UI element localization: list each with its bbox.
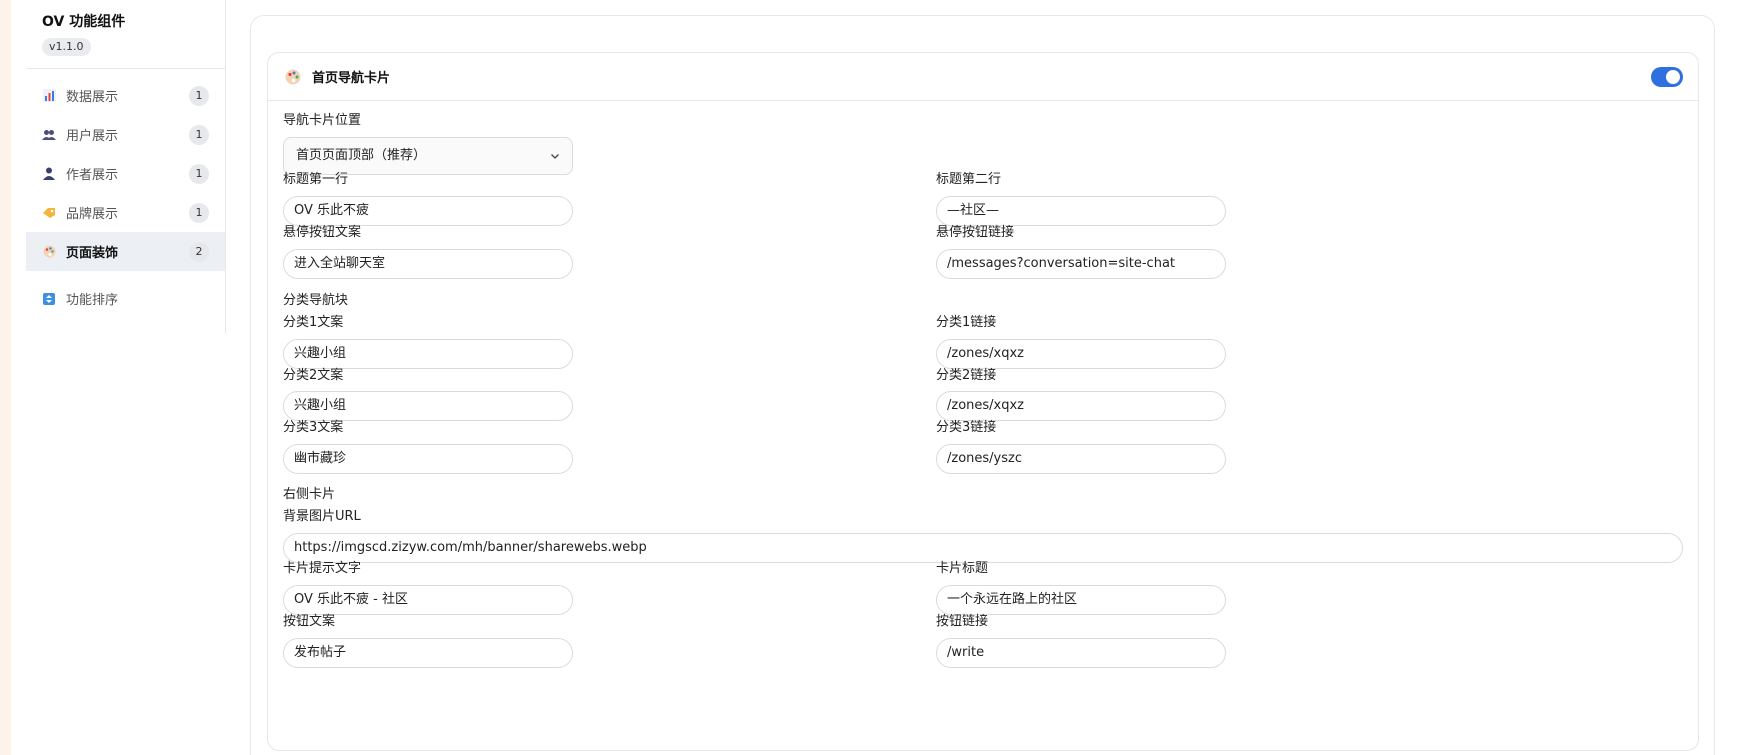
bar-chart-icon <box>42 89 56 103</box>
sidebar-item-label: 用户展示 <box>66 129 119 144</box>
title-line2-input[interactable]: —社区— <box>936 196 1226 226</box>
sidebar-item-label: 作者展示 <box>66 168 119 183</box>
card-tip-input[interactable]: OV 乐此不疲 - 社区 <box>283 585 573 615</box>
right-card-section-title: 右侧卡片 <box>283 487 336 502</box>
position-select-value: 首页页面顶部（推荐） <box>296 148 427 163</box>
nav-card-settings: 首页导航卡片 导航卡片位置 首页页面顶部（推荐） 标题第一行 OV 乐此不疲 标… <box>267 52 1699 751</box>
sidebar: OV 功能组件 v1.1.0 数据展示 1 用户展示 1 作者展示 1 品牌展示… <box>26 0 226 333</box>
left-edge-strip <box>0 0 11 755</box>
version-badge: v1.1.0 <box>42 38 91 56</box>
sidebar-item-label: 品牌展示 <box>66 207 119 222</box>
count-badge: 1 <box>189 163 209 184</box>
sidebar-item-label: 功能排序 <box>66 293 119 308</box>
cat3-text-label: 分类3文案 <box>283 420 344 435</box>
position-select[interactable]: 首页页面顶部（推荐） <box>283 137 573 175</box>
category-section-title: 分类导航块 <box>283 293 349 308</box>
button-link-input[interactable]: /write <box>936 638 1226 668</box>
nav-gap <box>26 271 225 279</box>
count-badge: 2 <box>189 241 209 262</box>
card-header: 首页导航卡片 <box>268 53 1698 101</box>
button-text-label: 按钮文案 <box>283 614 336 629</box>
cat2-link-input[interactable]: /zones/xqxz <box>936 391 1226 421</box>
cat3-link-label: 分类3链接 <box>936 420 997 435</box>
sidebar-header: OV 功能组件 v1.1.0 <box>26 0 225 69</box>
cat2-text-label: 分类2文案 <box>283 368 344 383</box>
sidebar-item-page-decoration[interactable]: 页面装饰 2 <box>26 232 225 271</box>
cat1-text-label: 分类1文案 <box>283 315 344 330</box>
cat1-link-input[interactable]: /zones/xqxz <box>936 339 1226 369</box>
hover-link-label: 悬停按钮链接 <box>936 225 1015 240</box>
cat3-link-input[interactable]: /zones/yszc <box>936 444 1226 474</box>
card-title-label: 卡片标题 <box>936 561 989 576</box>
sidebar-item-data-display[interactable]: 数据展示 1 <box>26 76 225 115</box>
cat3-text-input[interactable]: 幽市藏珍 <box>283 444 573 474</box>
bg-url-label: 背景图片URL <box>283 509 361 524</box>
palette-icon <box>42 245 56 259</box>
sort-icon <box>42 292 56 306</box>
sidebar-item-brand-display[interactable]: 品牌展示 1 <box>26 193 225 232</box>
main-panel: 首页导航卡片 导航卡片位置 首页页面顶部（推荐） 标题第一行 OV 乐此不疲 标… <box>250 15 1715 755</box>
chevron-down-icon <box>551 154 559 159</box>
sidebar-item-label: 页面装饰 <box>66 246 119 261</box>
cat1-text-input[interactable]: 兴趣小组 <box>283 339 573 369</box>
tag-icon <box>42 206 56 220</box>
button-link-label: 按钮链接 <box>936 614 989 629</box>
title-line1-label: 标题第一行 <box>283 172 349 187</box>
bg-url-input[interactable]: https://imgscd.zizyw.com/mh/banner/share… <box>283 533 1683 563</box>
count-badge: 1 <box>189 202 209 223</box>
enable-toggle[interactable] <box>1651 66 1683 87</box>
app-title: OV 功能组件 <box>42 14 126 30</box>
sidebar-item-label: 数据展示 <box>66 90 119 105</box>
count-badge: 1 <box>189 124 209 145</box>
toggle-knob <box>1666 69 1680 84</box>
nav-list: 数据展示 1 用户展示 1 作者展示 1 品牌展示 1 页面装饰 2 功能排序 <box>26 69 225 318</box>
title-line2-label: 标题第二行 <box>936 172 1002 187</box>
users-icon <box>42 128 56 142</box>
card-tip-label: 卡片提示文字 <box>283 561 362 576</box>
position-label: 导航卡片位置 <box>283 113 362 128</box>
hover-link-input[interactable]: /messages?conversation=site-chat <box>936 249 1226 279</box>
card-title-input[interactable]: 一个永远在路上的社区 <box>936 585 1226 615</box>
hover-text-label: 悬停按钮文案 <box>283 225 362 240</box>
sidebar-item-feature-sort[interactable]: 功能排序 <box>26 279 225 318</box>
cat1-link-label: 分类1链接 <box>936 315 997 330</box>
button-text-input[interactable]: 发布帖子 <box>283 638 573 668</box>
cat2-text-input[interactable]: 兴趣小组 <box>283 391 573 421</box>
count-badge: 1 <box>189 85 209 106</box>
sidebar-item-author-display[interactable]: 作者展示 1 <box>26 154 225 193</box>
cat2-link-label: 分类2链接 <box>936 368 997 383</box>
title-line1-input[interactable]: OV 乐此不疲 <box>283 196 573 226</box>
hover-text-input[interactable]: 进入全站聊天室 <box>283 249 573 279</box>
user-icon <box>42 167 56 181</box>
palette-icon <box>284 68 302 86</box>
sidebar-item-user-display[interactable]: 用户展示 1 <box>26 115 225 154</box>
card-title: 首页导航卡片 <box>312 71 391 86</box>
